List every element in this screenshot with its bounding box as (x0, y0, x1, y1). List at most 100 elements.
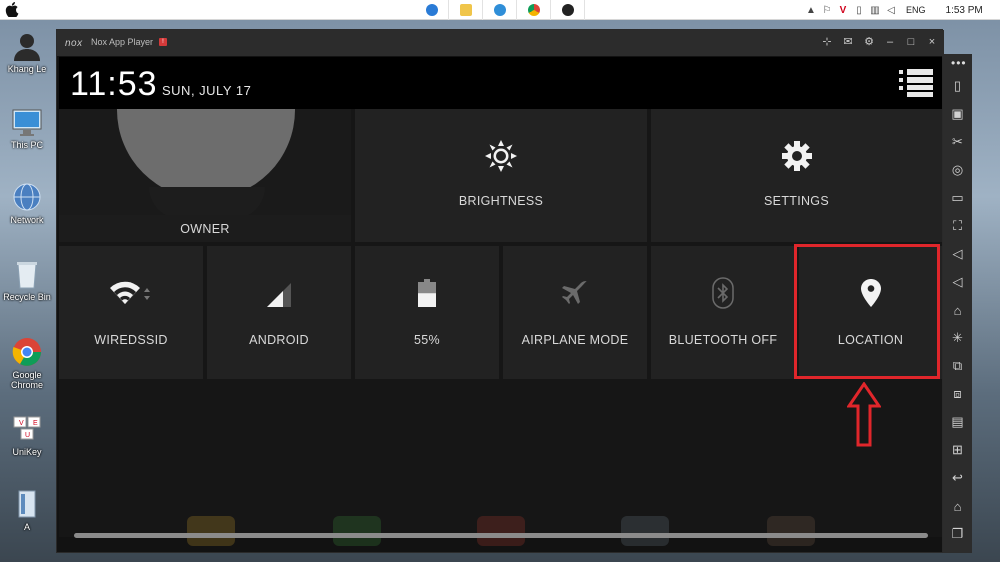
network-icon[interactable]: ▥ (870, 4, 880, 16)
window-controls: ⊹ ✉ ⚙ – □ × (821, 35, 938, 49)
unikey-tray-icon[interactable]: V (838, 4, 848, 16)
desktop-icon-label: A (23, 522, 30, 532)
tile-brightness-label: BRIGHTNESS (458, 194, 544, 208)
desktop-icon-recycle-bin[interactable]: Recycle Bin (0, 258, 54, 302)
window-title: Nox App Player (91, 37, 154, 47)
flag-icon[interactable]: ⚐ (822, 4, 832, 16)
airplane-icon (562, 281, 587, 304)
battery-icon[interactable]: ▯ (854, 4, 864, 16)
maximize-icon[interactable]: □ (905, 35, 917, 49)
language-indicator[interactable]: ENG (906, 5, 926, 15)
tile-owner-label: OWNER (180, 222, 230, 236)
tile-wifi[interactable]: WIREDSSID (59, 246, 203, 379)
toolbox-icon[interactable]: ▤ (950, 412, 966, 432)
more-options-icon[interactable]: ••• (951, 56, 967, 70)
battery-icon (418, 279, 436, 307)
brightness-icon (485, 140, 517, 172)
svg-text:U: U (25, 432, 30, 439)
quick-settings-header: 11:53 SUN, JULY 17 (59, 57, 942, 109)
apple-icon[interactable] (5, 2, 19, 17)
tile-airplane[interactable]: AIRPLANE MODE (503, 246, 647, 379)
gear-icon[interactable]: ⚙ (863, 35, 875, 49)
robot-icon[interactable]: ▣ (950, 104, 966, 124)
taskbar: ▲ ⚐ V ▯ ▥ ◁ ENG 1:53 PM (0, 0, 1000, 20)
home-icon[interactable]: ⌂ (950, 496, 966, 516)
tile-signal[interactable]: ANDROID (207, 246, 351, 379)
chrome-icon (527, 4, 540, 16)
cell-signal-icon (267, 283, 291, 307)
tile-brightness[interactable]: BRIGHTNESS (355, 109, 647, 242)
phone-icon[interactable]: ▯ (950, 76, 966, 96)
install-apk-icon[interactable]: ⌂ (950, 300, 966, 320)
dock-app-ghost (333, 516, 381, 546)
notification-list-icon[interactable] (899, 69, 933, 97)
volume-down-icon[interactable]: ◁ (950, 272, 966, 292)
location-highlight-box (794, 244, 940, 379)
desktop-icon-user[interactable]: Khang Le (0, 30, 54, 74)
tile-bluetooth[interactable]: BLUETOOTH OFF (651, 246, 795, 379)
svg-text:V: V (19, 420, 24, 427)
tile-signal-label: ANDROID (249, 333, 309, 347)
multi-instance-icon[interactable]: ⧈ (950, 384, 966, 404)
system-tray: ▲ ⚐ V ▯ ▥ ◁ ENG 1:53 PM (806, 0, 993, 20)
close-icon[interactable]: × (926, 35, 938, 49)
recent-apps-icon[interactable]: ❐ (950, 524, 966, 544)
macro-icon[interactable]: ⧉ (950, 356, 966, 376)
tile-owner[interactable]: OWNER (59, 109, 351, 242)
desktop-icon-unikey[interactable]: V EU UniKey (0, 413, 54, 457)
chrome-icon (12, 338, 41, 366)
location-icon[interactable]: ◎ (950, 160, 966, 180)
globe-icon (13, 183, 41, 211)
nox-logo: nox (65, 38, 83, 49)
dock-app-ghost (621, 516, 669, 546)
svg-text:E: E (33, 420, 38, 427)
scissors-icon[interactable]: ✂ (950, 132, 966, 152)
taskbar-chrome[interactable] (517, 0, 551, 20)
add-icon[interactable]: ⊞ (950, 440, 966, 460)
screen-icon[interactable]: ▭ (950, 188, 966, 208)
status-time: 11:53 (70, 65, 158, 103)
edge-icon (493, 4, 506, 16)
back-icon[interactable]: ↩ (950, 468, 966, 488)
taskbar-ie[interactable] (415, 0, 449, 20)
nox-icon (561, 4, 574, 16)
taskbar-clock[interactable]: 1:53 PM (946, 5, 983, 16)
minimize-icon[interactable]: – (884, 35, 896, 49)
shake-icon[interactable]: ✳ (950, 328, 966, 348)
mail-icon[interactable]: ✉ (842, 35, 854, 49)
document-icon (18, 490, 36, 518)
taskbar-explorer[interactable] (449, 0, 483, 20)
tile-settings-label: SETTINGS (764, 194, 829, 208)
desktop-icon-network[interactable]: Network (0, 181, 54, 225)
desktop-icon-label: Khang Le (7, 64, 47, 74)
desktop-icon-label: Recycle Bin (3, 292, 51, 302)
fullscreen-icon[interactable]: ⛶ (950, 216, 966, 236)
status-date: SUN, JULY 17 (162, 83, 252, 98)
horizontal-scrollbar[interactable] (74, 533, 928, 538)
tile-bluetooth-label: BLUETOOTH OFF (668, 333, 778, 347)
tile-settings[interactable]: SETTINGS (651, 109, 942, 242)
dock-app-ghost (187, 516, 235, 546)
desktop-icon-chrome[interactable]: Google Chrome (0, 336, 54, 390)
tile-airplane-label: AIRPLANE MODE (521, 333, 629, 347)
volume-up-icon[interactable]: ◁ (950, 244, 966, 264)
volume-icon[interactable]: ◁ (886, 4, 896, 16)
gear-icon (781, 141, 812, 171)
tile-battery[interactable]: 55% (355, 246, 499, 379)
notice-badge[interactable]: ! (159, 38, 167, 46)
taskbar-nox[interactable] (551, 0, 585, 20)
taskbar-edge[interactable] (483, 0, 517, 20)
taskbar-apps (415, 0, 585, 20)
chevron-up-icon[interactable]: ▲ (806, 4, 816, 16)
desktop-icon-this-pc[interactable]: This PC (0, 106, 54, 150)
pin-icon[interactable]: ⊹ (821, 35, 833, 49)
tile-wifi-label: WIREDSSID (94, 333, 168, 347)
bluetooth-icon (712, 277, 734, 309)
desktop-icon-file[interactable]: A (0, 488, 54, 532)
wifi-icon (110, 281, 150, 304)
avatar (117, 109, 295, 199)
dock-app-ghost (477, 516, 525, 546)
nox-titlebar[interactable]: nox Nox App Player ! ⊹ ✉ ⚙ – □ × (57, 30, 944, 56)
user-icon (14, 34, 40, 61)
dock-app-ghost (767, 516, 815, 546)
